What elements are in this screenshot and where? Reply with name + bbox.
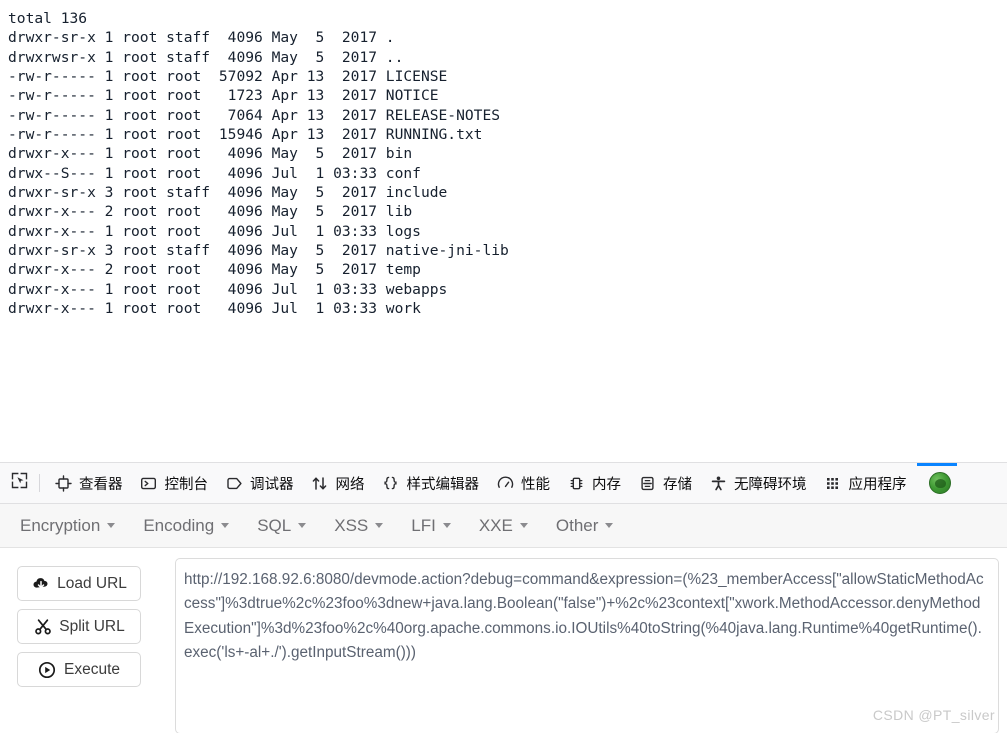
devtools-tab-style-editor[interactable]: 样式编辑器 <box>373 463 488 503</box>
devtools-tab-label: 网络 <box>335 476 365 493</box>
directory-listing: total 136 drwxr-sr-x 1 root staff 4096 M… <box>8 10 509 318</box>
cloud-download-icon <box>31 574 50 593</box>
screen-root: total 136 drwxr-sr-x 1 root staff 4096 M… <box>0 0 1007 733</box>
chevron-down-icon <box>442 523 451 528</box>
devtools-tab-label: 控制台 <box>164 476 209 493</box>
execute-button[interactable]: Execute <box>17 652 141 687</box>
hackbar-menu-xss[interactable]: XSS <box>334 515 384 536</box>
devtools-tab-label: 存储 <box>663 476 692 493</box>
scissors-icon <box>33 617 52 636</box>
accessibility-icon <box>708 473 728 493</box>
hackbar-turtle-icon <box>928 472 951 494</box>
style-editor-icon <box>381 473 401 493</box>
execute-label: Execute <box>63 660 120 678</box>
load-url-label: Load URL <box>57 574 127 592</box>
devtools-tab-inspector[interactable]: 查看器 <box>45 463 131 503</box>
element-picker-icon <box>11 472 28 494</box>
hackbar-menu-sql[interactable]: SQL <box>257 515 307 536</box>
hackbar-menu-label: Encryption <box>20 515 101 535</box>
hackbar-menubar: Encryption Encoding SQL XSS LFI XXE Othe… <box>0 504 1007 548</box>
devtools-tab-console[interactable]: 控制台 <box>131 463 217 503</box>
hackbar-menu-other[interactable]: Other <box>556 516 614 536</box>
hackbar-menu-label: Other <box>555 515 599 535</box>
devtools-tab-label: 调试器 <box>250 476 294 493</box>
split-url-label: Split URL <box>59 617 125 635</box>
hackbar-menu-xxe[interactable]: XXE <box>479 516 528 536</box>
hackbar-menu-label: SQL <box>257 515 292 535</box>
play-circle-icon <box>38 660 57 679</box>
hackbar-menu-encryption[interactable]: Encryption <box>20 515 116 536</box>
devtools-tab-label: 性能 <box>521 476 550 493</box>
chevron-down-icon <box>605 523 614 528</box>
hackbar-body: Load URL Split URL Execute http://192.16… <box>0 548 1007 733</box>
debugger-icon <box>224 473 244 493</box>
console-icon <box>139 473 159 493</box>
chevron-down-icon <box>375 523 384 528</box>
network-icon <box>310 473 330 493</box>
application-icon <box>823 473 843 493</box>
storage-icon <box>637 473 657 493</box>
chevron-down-icon <box>519 523 528 528</box>
hackbar-menu-label: Encoding <box>143 515 215 535</box>
element-picker-button[interactable] <box>4 469 34 497</box>
devtools-tab-application[interactable]: 应用程序 <box>815 463 915 503</box>
chevron-down-icon <box>221 523 230 528</box>
memory-icon <box>566 473 586 493</box>
devtools-tab-network[interactable]: 网络 <box>302 463 373 503</box>
devtools-tab-hackbar[interactable] <box>915 463 959 503</box>
devtools-tab-debugger[interactable]: 调试器 <box>216 463 302 503</box>
hackbar-menu-label: XSS <box>334 515 369 535</box>
split-url-button[interactable]: Split URL <box>17 609 141 644</box>
hackbar-menu-label: LFI <box>411 515 436 535</box>
performance-icon <box>495 473 515 493</box>
devtools-tab-performance[interactable]: 性能 <box>487 463 558 503</box>
devtools-tab-label: 样式编辑器 <box>406 476 480 493</box>
hackbar-menu-label: XXE <box>478 515 513 535</box>
devtools-tab-memory[interactable]: 内存 <box>558 463 629 503</box>
chevron-down-icon <box>298 523 307 528</box>
devtools-tab-accessibility[interactable]: 无障碍环境 <box>700 463 815 503</box>
watermark: CSDN @PT_silver <box>872 707 995 723</box>
inspector-icon <box>53 473 73 493</box>
chevron-down-icon <box>107 523 116 528</box>
hackbar-menu-lfi[interactable]: LFI <box>411 516 451 536</box>
devtools-tab-label: 无障碍环境 <box>734 476 807 493</box>
devtools-tab-label: 查看器 <box>79 476 123 493</box>
toolbar-divider <box>39 474 40 492</box>
devtools-tab-label: 应用程序 <box>848 476 907 493</box>
load-url-button[interactable]: Load URL <box>17 566 141 601</box>
hackbar-action-buttons: Load URL Split URL Execute <box>0 558 175 733</box>
command-output-pane: total 136 drwxr-sr-x 1 root staff 4096 M… <box>0 0 1007 462</box>
hackbar-menu-encoding[interactable]: Encoding <box>143 515 230 536</box>
devtools-tab-label: 内存 <box>592 476 621 493</box>
devtools-tab-storage[interactable]: 存储 <box>629 463 700 503</box>
devtools-toolbar: 查看器 控制台 调试器 网络 样式编辑器 性能 内存 存储 无障碍环境 应用程序 <box>0 462 1007 504</box>
